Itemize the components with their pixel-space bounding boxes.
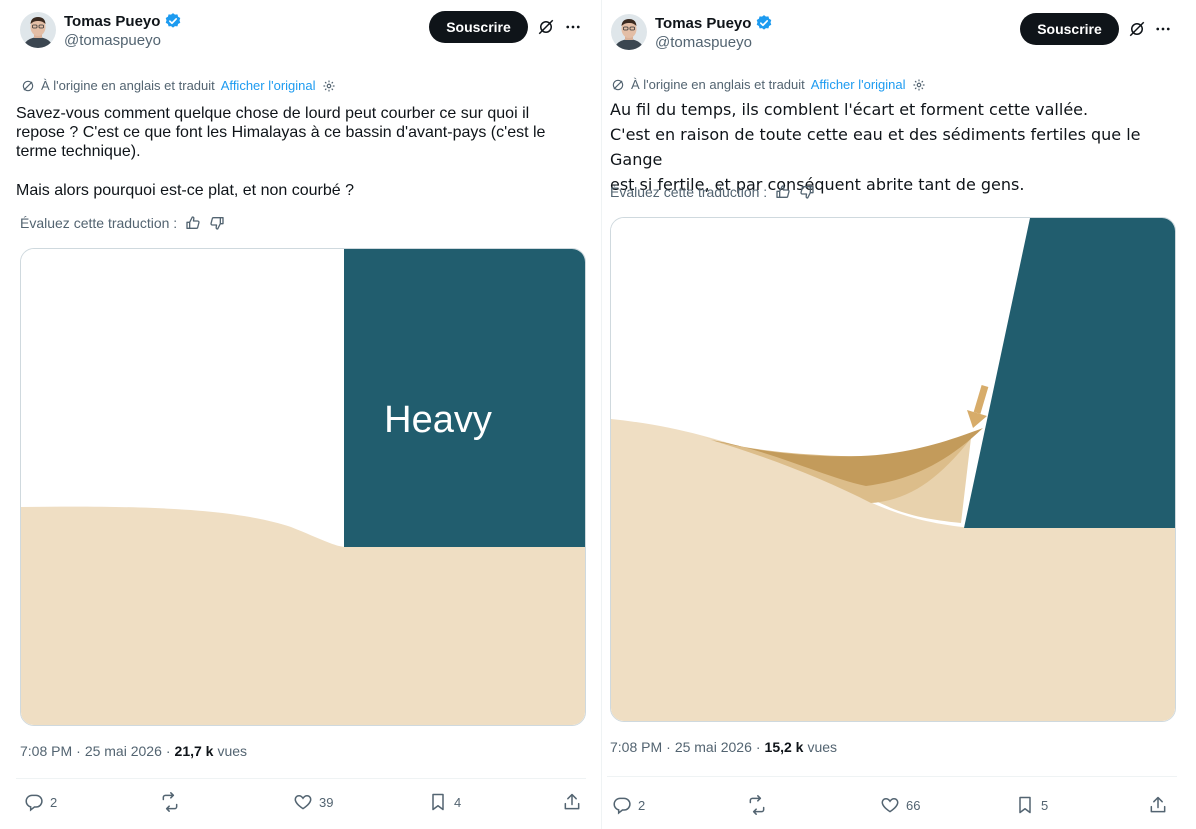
bookmark-count: 5 [1041, 797, 1049, 813]
author-name[interactable]: Tomas Pueyo [655, 15, 751, 32]
divider [607, 776, 1177, 777]
translation-notice: À l'origine en anglais et traduit Affich… [611, 77, 926, 92]
bookmark-count: 4 [454, 794, 462, 810]
settings-icon[interactable] [912, 78, 926, 92]
retweet-button[interactable] [160, 792, 180, 812]
thumbs-up-icon[interactable] [775, 184, 791, 200]
rate-translation: Évaluez cette traduction : [610, 184, 815, 200]
divider [16, 778, 586, 779]
share-icon [1148, 795, 1168, 815]
like-button[interactable]: 66 [880, 795, 920, 815]
avatar[interactable] [611, 14, 647, 50]
translate-icon [21, 79, 35, 93]
tweet-right: Tomas Pueyo @tomaspueyo Souscrire À l'or… [601, 0, 1196, 829]
reply-icon [612, 795, 632, 815]
bookmark-button[interactable]: 4 [428, 792, 461, 812]
reply-button[interactable]: 2 [24, 792, 57, 812]
reply-count: 2 [638, 797, 646, 813]
author-handle[interactable]: @tomaspueyo [64, 32, 161, 49]
bookmark-icon [1015, 795, 1035, 815]
share-button[interactable] [1148, 795, 1168, 815]
meta-separator: · [666, 739, 671, 755]
like-count: 66 [906, 797, 921, 813]
tweet-left: Tomas Pueyo @tomaspueyo Souscrire À l'or… [0, 0, 600, 829]
subscribe-button[interactable]: Souscrire [1020, 13, 1119, 45]
more-icon[interactable] [1153, 19, 1173, 39]
tweet-image[interactable] [610, 217, 1176, 722]
author-handle[interactable]: @tomaspueyo [655, 34, 752, 51]
reply-icon [24, 792, 44, 812]
tweet-text-second: Mais alors pourquoi est-ce plat, et non … [16, 182, 354, 199]
views-count: 15,2 k [764, 739, 804, 755]
show-original-link[interactable]: Afficher l'original [811, 77, 906, 92]
reply-button[interactable]: 2 [612, 795, 645, 815]
like-count: 39 [319, 794, 334, 810]
tweet-image[interactable]: Heavy [20, 248, 586, 726]
author-name[interactable]: Tomas Pueyo [64, 13, 160, 30]
meta-separator: · [76, 743, 81, 759]
tweet-text: Savez-vous comment quelque chose de lour… [16, 105, 546, 160]
translate-off-icon[interactable] [536, 17, 556, 37]
tweet-meta: 7:08 PM · 25 mai 2026 · 15,2 k vues [610, 739, 837, 755]
more-icon[interactable] [563, 17, 583, 37]
retweet-icon [160, 792, 180, 812]
thumbs-down-icon[interactable] [209, 215, 225, 231]
settings-icon[interactable] [322, 79, 336, 93]
tweet-time[interactable]: 7:08 PM [610, 739, 662, 755]
translation-label: À l'origine en anglais et traduit [41, 78, 215, 93]
author-row[interactable]: Tomas Pueyo [64, 12, 182, 30]
like-button[interactable]: 39 [293, 792, 333, 812]
tweet-meta: 7:08 PM · 25 mai 2026 · 21,7 k vues [20, 743, 247, 759]
share-icon [562, 792, 582, 812]
translation-notice: À l'origine en anglais et traduit Affich… [21, 78, 336, 93]
reply-count: 2 [50, 794, 58, 810]
meta-separator: · [165, 743, 171, 759]
tweet-text: Au fil du temps, ils comblent l'écart et… [610, 100, 1141, 194]
author-row[interactable]: Tomas Pueyo [655, 14, 773, 32]
tweet-date[interactable]: 25 mai 2026 [85, 743, 162, 759]
bookmark-button[interactable]: 5 [1015, 795, 1048, 815]
translate-icon [611, 78, 625, 92]
heavy-label: Heavy [384, 399, 492, 441]
share-button[interactable] [562, 792, 582, 812]
views-count: 21,7 k [174, 743, 214, 759]
show-original-link[interactable]: Afficher l'original [221, 78, 316, 93]
retweet-button[interactable] [747, 795, 767, 815]
verified-badge-icon [164, 12, 182, 30]
retweet-icon [747, 795, 767, 815]
avatar[interactable] [20, 12, 56, 48]
bookmark-icon [428, 792, 448, 812]
rate-label: Évaluez cette traduction : [20, 215, 178, 231]
thumbs-down-icon[interactable] [799, 184, 815, 200]
views-label: vues [217, 743, 248, 759]
tweet-time[interactable]: 7:08 PM [20, 743, 72, 759]
thumbs-up-icon[interactable] [185, 215, 201, 231]
subscribe-button[interactable]: Souscrire [429, 11, 528, 43]
rate-translation: Évaluez cette traduction : [20, 215, 225, 231]
rate-label: Évaluez cette traduction : [610, 184, 768, 200]
translation-label: À l'origine en anglais et traduit [631, 77, 805, 92]
meta-separator: · [755, 739, 761, 755]
like-icon [293, 792, 313, 812]
heavy-block [344, 249, 585, 547]
verified-badge-icon [755, 14, 773, 32]
translate-off-icon[interactable] [1127, 19, 1147, 39]
tweet-date[interactable]: 25 mai 2026 [675, 739, 752, 755]
like-icon [880, 795, 900, 815]
views-label: vues [807, 739, 838, 755]
